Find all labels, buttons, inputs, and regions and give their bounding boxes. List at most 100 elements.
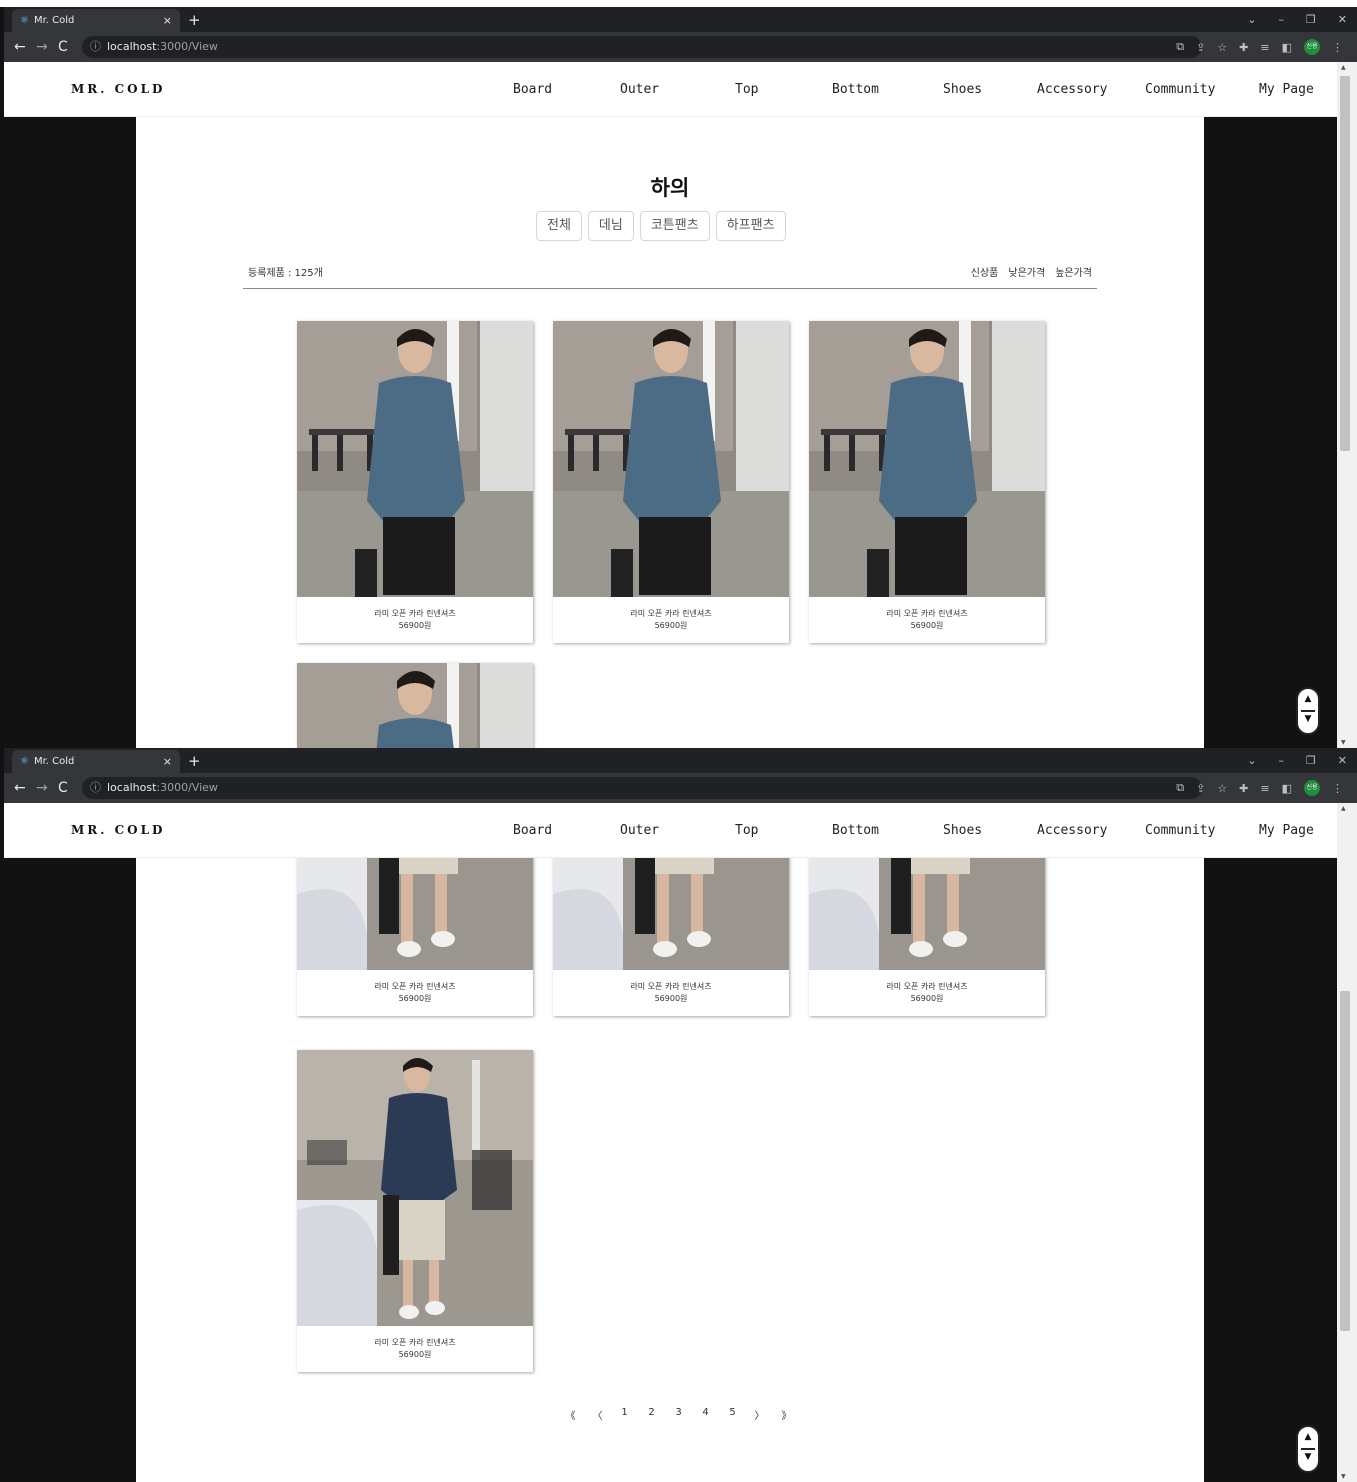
page-3[interactable]: 3 xyxy=(665,1407,692,1422)
star-icon[interactable]: ☆ xyxy=(1217,782,1227,795)
product-name[interactable]: 라미 오픈 카라 린넨셔츠 xyxy=(809,608,1045,619)
close-window-icon[interactable]: ✕ xyxy=(1338,7,1347,32)
restore-icon[interactable]: ❐ xyxy=(1306,748,1316,773)
nav-top[interactable]: Top xyxy=(735,62,758,117)
scrollbar-thumb[interactable] xyxy=(1340,76,1350,451)
tab-close-icon[interactable]: × xyxy=(163,750,172,773)
product-card[interactable]: 라미 오픈 카라 린넨셔츠 56900원 xyxy=(553,321,789,643)
minimize-icon[interactable]: – xyxy=(1278,7,1284,32)
product-photo[interactable] xyxy=(553,321,789,597)
product-name[interactable]: 라미 오픈 카라 린넨셔츠 xyxy=(297,608,533,619)
page-scrollbar[interactable]: ▲ ▼ xyxy=(1337,62,1357,748)
url-input[interactable]: ⓘ localhost:3000/View xyxy=(82,36,1202,58)
url-input[interactable]: ⓘ localhost:3000/View xyxy=(82,777,1202,799)
product-card[interactable]: 라미 오픈 카라 린넨셔츠 56900원 xyxy=(297,1050,533,1372)
scroll-up-down-button[interactable]: ▲ ▼ xyxy=(1296,1425,1320,1473)
page-1[interactable]: 1 xyxy=(611,1407,638,1422)
nav-my-page[interactable]: My Page xyxy=(1259,62,1314,117)
product-photo[interactable] xyxy=(297,321,533,597)
product-card[interactable]: 라미 오픈 카라 린넨셔츠 56900원 xyxy=(297,321,533,643)
nav-bottom[interactable]: Bottom xyxy=(832,62,879,117)
last-page-button[interactable]: 》 xyxy=(773,1407,800,1422)
nav-shoes[interactable]: Shoes xyxy=(943,62,982,117)
menu-icon[interactable]: ⋮ xyxy=(1332,41,1343,54)
info-icon[interactable]: ⓘ xyxy=(90,40,101,53)
nav-shoes[interactable]: Shoes xyxy=(943,803,982,858)
extensions-icon[interactable]: ✚ xyxy=(1239,782,1248,795)
menu-icon[interactable]: ⋮ xyxy=(1332,782,1343,795)
page-2[interactable]: 2 xyxy=(638,1407,665,1422)
profile-avatar[interactable]: 신용 xyxy=(1304,780,1320,796)
product-card[interactable] xyxy=(297,663,533,748)
scroll-arrow-down-icon[interactable]: ▼ xyxy=(1341,739,1346,746)
page-5[interactable]: 5 xyxy=(719,1407,746,1422)
scroll-arrow-up-icon[interactable]: ▲ xyxy=(1341,805,1346,812)
new-tab-button[interactable]: + xyxy=(188,750,201,772)
sort-low-price[interactable]: 낮은가격 xyxy=(1008,264,1045,279)
product-name[interactable]: 라미 오픈 카라 린넨셔츠 xyxy=(297,981,533,992)
nav-accessory[interactable]: Accessory xyxy=(1037,62,1107,117)
reload-icon[interactable]: C xyxy=(58,773,68,803)
star-icon[interactable]: ☆ xyxy=(1217,41,1227,54)
close-window-icon[interactable]: ✕ xyxy=(1338,748,1347,773)
nav-board[interactable]: Board xyxy=(513,62,552,117)
side-panel-icon[interactable]: ◧ xyxy=(1282,41,1292,54)
info-icon[interactable]: ⓘ xyxy=(90,781,101,794)
profile-avatar[interactable]: 신용 xyxy=(1304,39,1320,55)
scrollbar-thumb[interactable] xyxy=(1340,991,1350,1331)
open-external-icon[interactable]: ⧉ xyxy=(1176,781,1184,795)
nav-community[interactable]: Community xyxy=(1145,803,1215,858)
scroll-down-icon[interactable]: ▼ xyxy=(1298,1452,1318,1462)
product-name[interactable]: 라미 오픈 카라 린넨셔츠 xyxy=(809,981,1045,992)
product-name[interactable]: 라미 오픈 카라 린넨셔츠 xyxy=(553,608,789,619)
prev-page-button[interactable]: 〈 xyxy=(584,1407,611,1422)
forward-icon[interactable]: → xyxy=(36,773,48,803)
tab-search-icon[interactable]: ⌄ xyxy=(1247,748,1256,773)
nav-top[interactable]: Top xyxy=(735,803,758,858)
product-photo[interactable] xyxy=(809,321,1045,597)
back-icon[interactable]: ← xyxy=(14,32,26,62)
nav-outer[interactable]: Outer xyxy=(620,803,659,858)
forward-icon[interactable]: → xyxy=(36,32,48,62)
back-icon[interactable]: ← xyxy=(14,773,26,803)
nav-bottom[interactable]: Bottom xyxy=(832,803,879,858)
extensions-icon[interactable]: ✚ xyxy=(1239,41,1248,54)
browser-tab[interactable]: ⚛ Mr. Cold × xyxy=(12,750,180,773)
page-4[interactable]: 4 xyxy=(692,1407,719,1422)
product-name[interactable]: 라미 오픈 카라 린넨셔츠 xyxy=(297,1337,533,1348)
nav-community[interactable]: Community xyxy=(1145,62,1215,117)
product-photo[interactable] xyxy=(297,663,533,748)
restore-icon[interactable]: ❐ xyxy=(1306,7,1316,32)
scroll-arrow-down-icon[interactable]: ▼ xyxy=(1341,1473,1346,1480)
filter-denim[interactable]: 데님 xyxy=(587,211,634,241)
share-icon[interactable]: ⇪ xyxy=(1196,41,1205,54)
site-logo[interactable]: MR. COLD xyxy=(71,803,165,858)
open-external-icon[interactable]: ⧉ xyxy=(1176,40,1184,54)
scroll-up-down-button[interactable]: ▲ ▼ xyxy=(1296,687,1320,735)
reading-list-icon[interactable]: ≡ xyxy=(1260,782,1269,795)
scroll-arrow-up-icon[interactable]: ▲ xyxy=(1341,64,1346,71)
side-panel-icon[interactable]: ◧ xyxy=(1282,782,1292,795)
nav-accessory[interactable]: Accessory xyxy=(1037,803,1107,858)
share-icon[interactable]: ⇪ xyxy=(1196,782,1205,795)
tab-search-icon[interactable]: ⌄ xyxy=(1247,7,1256,32)
browser-tab[interactable]: ⚛ Mr. Cold × xyxy=(12,9,180,32)
page-scrollbar[interactable]: ▲ ▼ xyxy=(1337,803,1357,1482)
nav-board[interactable]: Board xyxy=(513,803,552,858)
filter-half-pants[interactable]: 하프팬츠 xyxy=(715,211,786,241)
sort-newest[interactable]: 신상품 xyxy=(971,264,999,279)
scroll-up-icon[interactable]: ▲ xyxy=(1298,694,1318,704)
product-card[interactable]: 라미 오픈 카라 린넨셔츠 56900원 xyxy=(809,321,1045,643)
filter-all[interactable]: 전체 xyxy=(536,211,582,241)
tab-close-icon[interactable]: × xyxy=(163,9,172,32)
product-photo[interactable] xyxy=(297,1050,533,1326)
minimize-icon[interactable]: – xyxy=(1278,748,1284,773)
nav-outer[interactable]: Outer xyxy=(620,62,659,117)
product-name[interactable]: 라미 오픈 카라 린넨셔츠 xyxy=(553,981,789,992)
filter-cotton-pants[interactable]: 코튼팬츠 xyxy=(639,211,710,241)
next-page-button[interactable]: 〉 xyxy=(746,1407,773,1422)
reading-list-icon[interactable]: ≡ xyxy=(1260,41,1269,54)
nav-my-page[interactable]: My Page xyxy=(1259,803,1314,858)
sort-high-price[interactable]: 높은가격 xyxy=(1055,264,1092,279)
first-page-button[interactable]: 《 xyxy=(557,1407,584,1422)
